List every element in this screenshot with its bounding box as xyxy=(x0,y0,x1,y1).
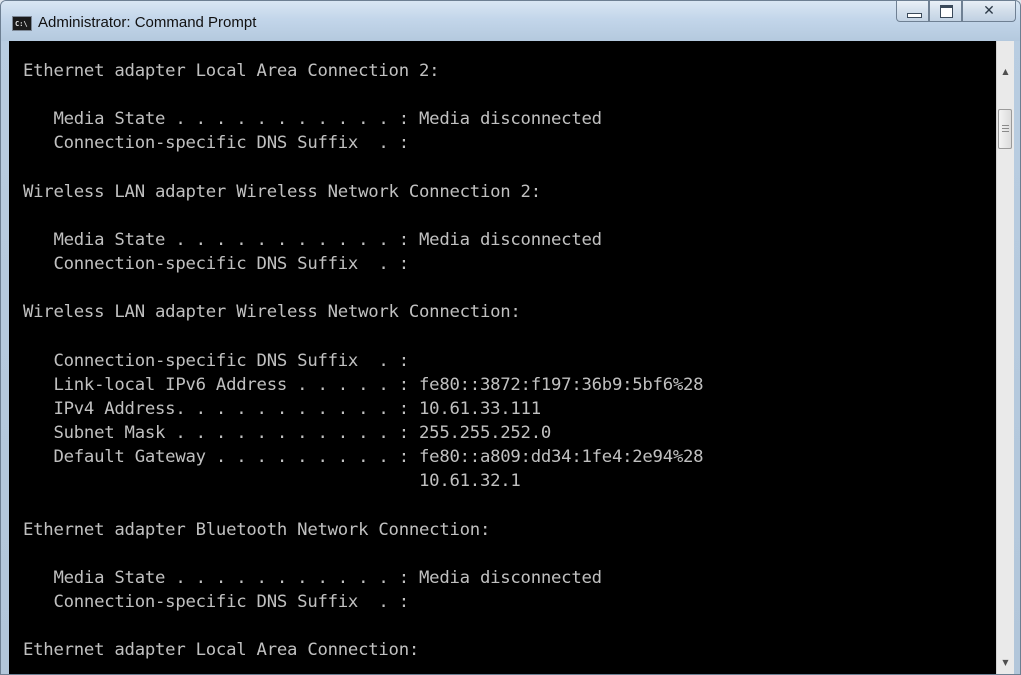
console-line: Subnet Mask . . . . . . . . . . . : 255.… xyxy=(23,423,552,444)
console-line: Media State . . . . . . . . . . . : Medi… xyxy=(23,109,602,130)
console-line: Media State . . . . . . . . . . . : Medi… xyxy=(23,567,602,588)
console-line: Wireless LAN adapter Wireless Network Co… xyxy=(23,181,541,202)
console-line: IPv4 Address. . . . . . . . . . . : 10.6… xyxy=(23,398,541,419)
console-line: Connection-specific DNS Suffix . : xyxy=(23,350,409,371)
scroll-up-arrow-icon[interactable]: ▲ xyxy=(997,63,1014,81)
console-line: Link-local IPv6 Address . . . . . : fe80… xyxy=(23,374,704,395)
console-line: Connection-specific DNS Suffix . : xyxy=(23,133,409,154)
console-line: Connection-specific DNS Suffix . : xyxy=(23,254,409,275)
window-title: Administrator: Command Prompt xyxy=(38,14,257,31)
console-line: Wireless LAN adapter Wireless Network Co… xyxy=(23,302,521,323)
command-prompt-window: C:\ Administrator: Command Prompt ✕ Ethe… xyxy=(0,0,1021,675)
close-button[interactable]: ✕ xyxy=(962,1,1016,22)
title-bar[interactable]: C:\ Administrator: Command Prompt ✕ xyxy=(1,1,1020,41)
console-line: Ethernet adapter Local Area Connection: xyxy=(23,640,420,661)
thumb-grip xyxy=(1002,131,1009,132)
console-line: 10.61.32.1 xyxy=(23,471,521,492)
minimize-button[interactable] xyxy=(896,1,929,22)
console-icon[interactable]: C:\ xyxy=(12,16,32,31)
console-line: Connection-specific DNS Suffix . : xyxy=(23,592,409,613)
maximize-button[interactable] xyxy=(929,1,962,22)
console-line: Default Gateway . . . . . . . . . : fe80… xyxy=(23,447,704,468)
maximize-icon xyxy=(940,5,953,18)
console-line: Ethernet adapter Local Area Connection 2… xyxy=(23,61,440,81)
thumb-grip xyxy=(1002,125,1009,126)
caption-buttons: ✕ xyxy=(896,1,1016,23)
vertical-scrollbar[interactable]: ▲ ▼ xyxy=(996,41,1014,674)
console-line: Media State . . . . . . . . . . . : Medi… xyxy=(23,229,602,250)
thumb-grip xyxy=(1002,128,1009,129)
console-output[interactable]: Ethernet adapter Local Area Connection 2… xyxy=(9,41,996,674)
console-line: Ethernet adapter Bluetooth Network Conne… xyxy=(23,519,491,540)
console-text: Ethernet adapter Local Area Connection 2… xyxy=(9,41,996,663)
console-client-area: Ethernet adapter Local Area Connection 2… xyxy=(9,41,1014,674)
scroll-down-arrow-icon[interactable]: ▼ xyxy=(997,654,1014,672)
close-icon: ✕ xyxy=(983,3,995,19)
scroll-thumb[interactable] xyxy=(998,109,1012,149)
console-icon-glyph: C:\ xyxy=(15,20,28,28)
minimize-icon xyxy=(907,13,922,18)
